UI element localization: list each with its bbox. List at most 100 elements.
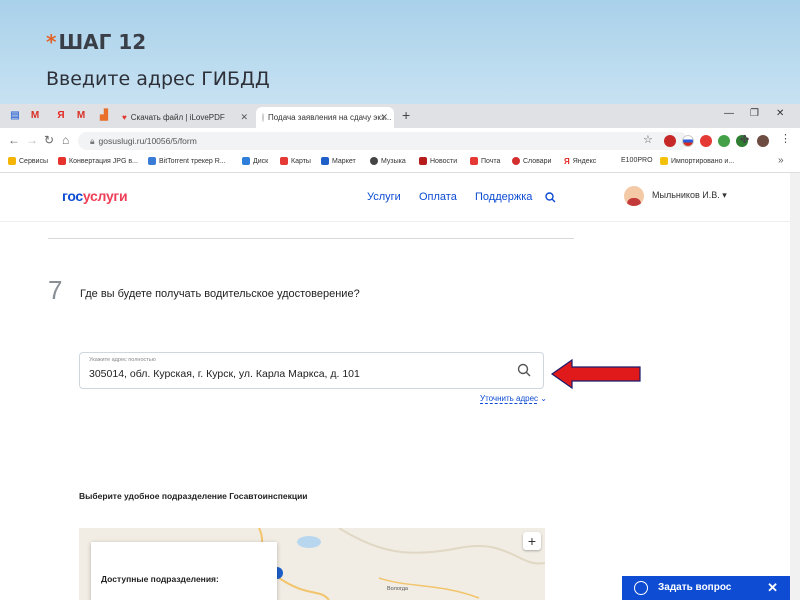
ask-question-label: Задать вопрос [658, 582, 732, 593]
search-icon[interactable] [517, 363, 531, 377]
close-icon[interactable]: ✕ [767, 580, 778, 596]
apps-icon [8, 157, 16, 165]
search-icon[interactable] [545, 192, 556, 203]
minimize-icon[interactable]: — [724, 108, 734, 119]
bookmark-item[interactable]: Маркет [321, 157, 356, 165]
forward-icon[interactable]: → [26, 133, 38, 147]
news-icon [419, 157, 427, 165]
map[interactable]: Доступные подразделения: Вологда + [79, 528, 545, 600]
maximize-icon[interactable]: ❐ [750, 108, 759, 119]
bookmark-label: Сервисы [19, 157, 49, 165]
bookmark-label: Карты [291, 157, 311, 165]
close-tab-icon[interactable]: ✕ [240, 112, 248, 123]
extension-icon[interactable] [682, 135, 694, 147]
bookmark-item[interactable]: Импортировано и... [660, 157, 734, 165]
extension-icon[interactable] [664, 135, 676, 147]
address-input[interactable]: Укажите адрес полностью 305014, обл. Кур… [79, 352, 544, 389]
address-label: Укажите адрес полностью [89, 357, 156, 363]
pinned-tab-yandex-icon[interactable]: Я [55, 110, 67, 122]
user-name[interactable]: Мыльников И.В. ▾ [652, 190, 727, 201]
address-value: 305014, обл. Курская, г. Курск, ул. Карл… [89, 368, 360, 380]
bookmark-item[interactable]: Словари [512, 157, 551, 165]
gosuslugi-favicon-icon [262, 113, 264, 122]
pinned-tab-mail-icon[interactable]: M [75, 110, 87, 122]
divider [48, 238, 574, 239]
tab-gosuslugi[interactable]: Подача заявления на сдачу экз... ✕ [256, 107, 394, 128]
heart-icon [58, 157, 66, 165]
url-text: gosuslugi.ru/10056/5/form [98, 136, 197, 146]
bookmark-item[interactable]: Почта [470, 157, 500, 165]
close-window-icon[interactable]: ✕ [776, 108, 784, 119]
ask-question-widget[interactable]: Задать вопрос ✕ [622, 576, 790, 600]
slide-title: * ШАГ 12 [46, 30, 147, 54]
home-icon[interactable]: ⌂ [62, 133, 69, 147]
nav-services[interactable]: Услуги [367, 191, 401, 203]
bookmark-item[interactable]: Конвертация JPG в... [58, 157, 138, 165]
red-arrow-icon [550, 359, 641, 389]
bookmark-label: Словари [523, 157, 552, 165]
puzzle-icon[interactable]: ✤ [740, 133, 749, 146]
bookmark-item[interactable]: Музыка [370, 157, 406, 165]
bookmark-label: E100PRO [621, 157, 653, 164]
profile-avatar[interactable] [757, 135, 769, 147]
bookmark-item[interactable]: Карты [280, 157, 311, 165]
tab-label: Скачать файл | iLovePDF [130, 113, 225, 122]
ilovepdf-icon: ♥ [122, 113, 127, 122]
bookmark-item[interactable]: Новости [419, 157, 457, 165]
nav-payment[interactable]: Оплата [419, 191, 457, 203]
pinned-tab-docs-icon[interactable]: ▤ [9, 110, 21, 122]
clarify-address-link[interactable]: Уточнить адрес ⌄ [480, 394, 547, 404]
zoom-in-button[interactable]: + [523, 532, 541, 550]
bookmark-item[interactable]: E100PRO [621, 157, 653, 164]
bookmark-item[interactable]: Диск [242, 157, 268, 165]
menu-icon[interactable]: ⋮ [780, 132, 791, 145]
new-tab-button[interactable]: + [402, 107, 410, 123]
bookmark-item[interactable]: Я Яндекс [564, 157, 596, 166]
disk-icon [242, 157, 250, 165]
subdivisions-panel: Доступные подразделения: [91, 542, 277, 600]
gosuslugi-header: госуслуги Услуги Оплата Поддержка Мыльни… [0, 173, 790, 222]
maps-icon [280, 157, 288, 165]
map-city-label: Вологда [387, 586, 408, 592]
torrent-icon [148, 157, 156, 165]
tab-label: Подача заявления на сдачу экз... [268, 113, 392, 122]
address-bar: ← → ↻ ⌂ 🔒︎ gosuslugi.ru/10056/5/form ☆ ✤ … [0, 128, 800, 155]
user-avatar[interactable] [624, 186, 644, 206]
scrollbar[interactable] [790, 173, 800, 600]
reload-icon[interactable]: ↻ [44, 133, 54, 147]
tab-bar: ▤ M Я M ▟ ♥ Скачать файл | iLovePDF ✕ По… [0, 104, 800, 128]
user-name-text: Мыльников И.В. [652, 190, 720, 200]
bookmark-label: Яндекс [572, 158, 597, 165]
bookmark-label: Диск [253, 157, 269, 165]
logo-part: гос [62, 188, 83, 204]
extension-icon[interactable] [718, 135, 730, 147]
available-subdivisions-title: Доступные подразделения: [101, 574, 219, 584]
market-icon [321, 157, 329, 165]
mail-icon [470, 157, 478, 165]
subdivision-title: Выберите удобное подразделение Госавтоин… [79, 491, 308, 501]
bookmark-star-icon[interactable]: ☆ [643, 133, 653, 146]
folder-icon [660, 157, 668, 165]
close-tab-icon[interactable]: ✕ [380, 112, 388, 123]
bookmark-label: Почта [481, 157, 501, 165]
tab-ilovepdf[interactable]: ♥ Скачать файл | iLovePDF ✕ [116, 107, 254, 128]
pinned-tab-gmail-icon[interactable]: M [29, 110, 41, 122]
bookmark-label: Конвертация JPG в... [69, 157, 138, 165]
bookmark-label: Музыка [381, 157, 406, 165]
yandex-icon: Я [564, 157, 570, 166]
nav-support[interactable]: Поддержка [475, 191, 532, 203]
step-number: 7 [48, 275, 63, 305]
dictionary-icon [512, 157, 520, 165]
more-bookmarks-icon[interactable]: » [778, 155, 784, 166]
pinned-tab-chart-icon[interactable]: ▟ [98, 110, 110, 122]
bookmark-label: BitTorrent трекер R... [159, 157, 226, 165]
music-icon [370, 157, 378, 165]
bookmark-item[interactable]: BitTorrent трекер R... [148, 157, 226, 165]
gosuslugi-logo[interactable]: госуслуги [62, 188, 128, 204]
extension-icon[interactable] [700, 135, 712, 147]
back-icon[interactable]: ← [8, 133, 20, 147]
bookmark-label: Новости [430, 157, 458, 165]
url-field[interactable]: 🔒︎ gosuslugi.ru/10056/5/form [78, 132, 688, 150]
lock-icon: 🔒︎ [90, 136, 95, 146]
bookmark-item[interactable]: Сервисы [8, 157, 48, 165]
